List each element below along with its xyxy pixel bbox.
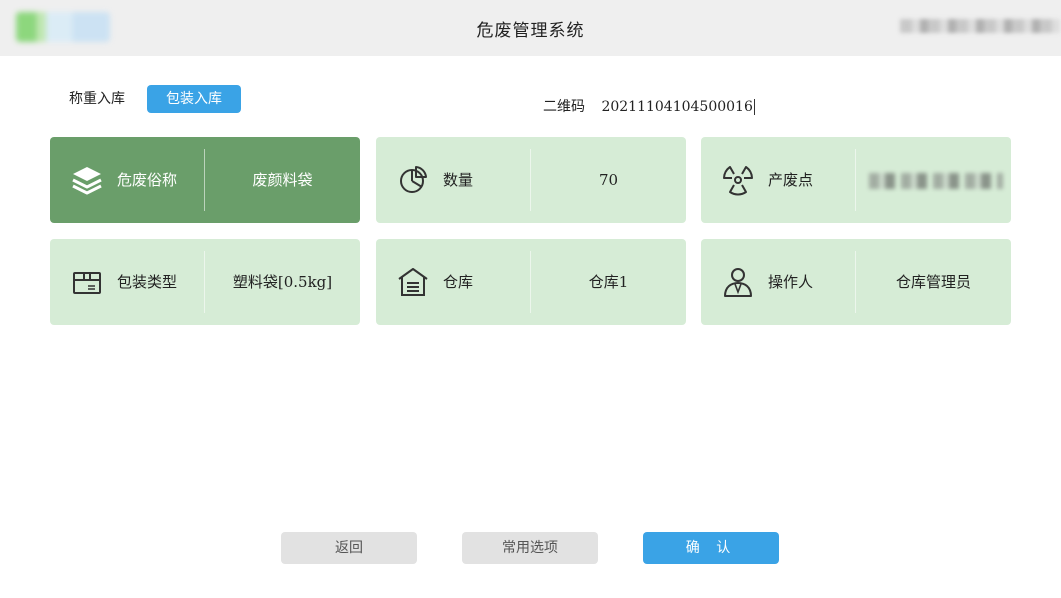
card-value: 塑料袋[0.5kg] bbox=[232, 273, 333, 291]
card-label: 操作人 bbox=[768, 273, 814, 291]
card-label: 仓库 bbox=[443, 273, 474, 291]
qrcode-field[interactable]: 二维码 20211104104500016 bbox=[543, 96, 755, 116]
user-icon bbox=[724, 268, 752, 297]
layers-icon bbox=[72, 167, 102, 195]
qrcode-input[interactable]: 20211104104500016 bbox=[601, 99, 755, 115]
card-value: 70 bbox=[598, 171, 619, 189]
user-info-redacted bbox=[900, 19, 1060, 33]
common-options-button[interactable]: 常用选项 bbox=[462, 532, 598, 564]
card-label: 数量 bbox=[443, 171, 474, 189]
tab-package-inbound[interactable]: 包装入库 bbox=[147, 85, 241, 113]
qrcode-label: 二维码 bbox=[543, 99, 585, 115]
back-button[interactable]: 返回 bbox=[281, 532, 417, 564]
app-header: 危废管理系统 bbox=[0, 0, 1061, 56]
card-label: 危废俗称 bbox=[117, 171, 178, 189]
radiation-icon bbox=[723, 166, 753, 196]
card-package-type[interactable]: 包装类型 塑料袋[0.5kg] bbox=[50, 239, 360, 325]
confirm-button[interactable]: 确 认 bbox=[643, 532, 779, 564]
card-value: 废颜料袋 bbox=[252, 171, 313, 189]
card-label: 产废点 bbox=[768, 171, 814, 189]
card-warehouse[interactable]: 仓库 仓库1 bbox=[376, 239, 686, 325]
card-operator[interactable]: 操作人 仓库管理员 bbox=[701, 239, 1011, 325]
package-box-icon bbox=[73, 272, 101, 294]
card-value: 仓库1 bbox=[588, 273, 629, 291]
card-label: 包装类型 bbox=[117, 273, 178, 291]
pie-chart-icon bbox=[400, 166, 427, 193]
warehouse-icon bbox=[398, 268, 428, 296]
card-value: 仓库管理员 bbox=[895, 273, 971, 291]
card-waste-name[interactable]: 危废俗称 废颜料袋 bbox=[50, 137, 360, 223]
redacted-value bbox=[869, 173, 1003, 189]
card-quantity[interactable]: 数量 70 bbox=[376, 137, 686, 223]
tab-weigh-inbound[interactable]: 称重入库 bbox=[60, 85, 134, 113]
card-waste-source[interactable]: 产废点 bbox=[701, 137, 1011, 223]
